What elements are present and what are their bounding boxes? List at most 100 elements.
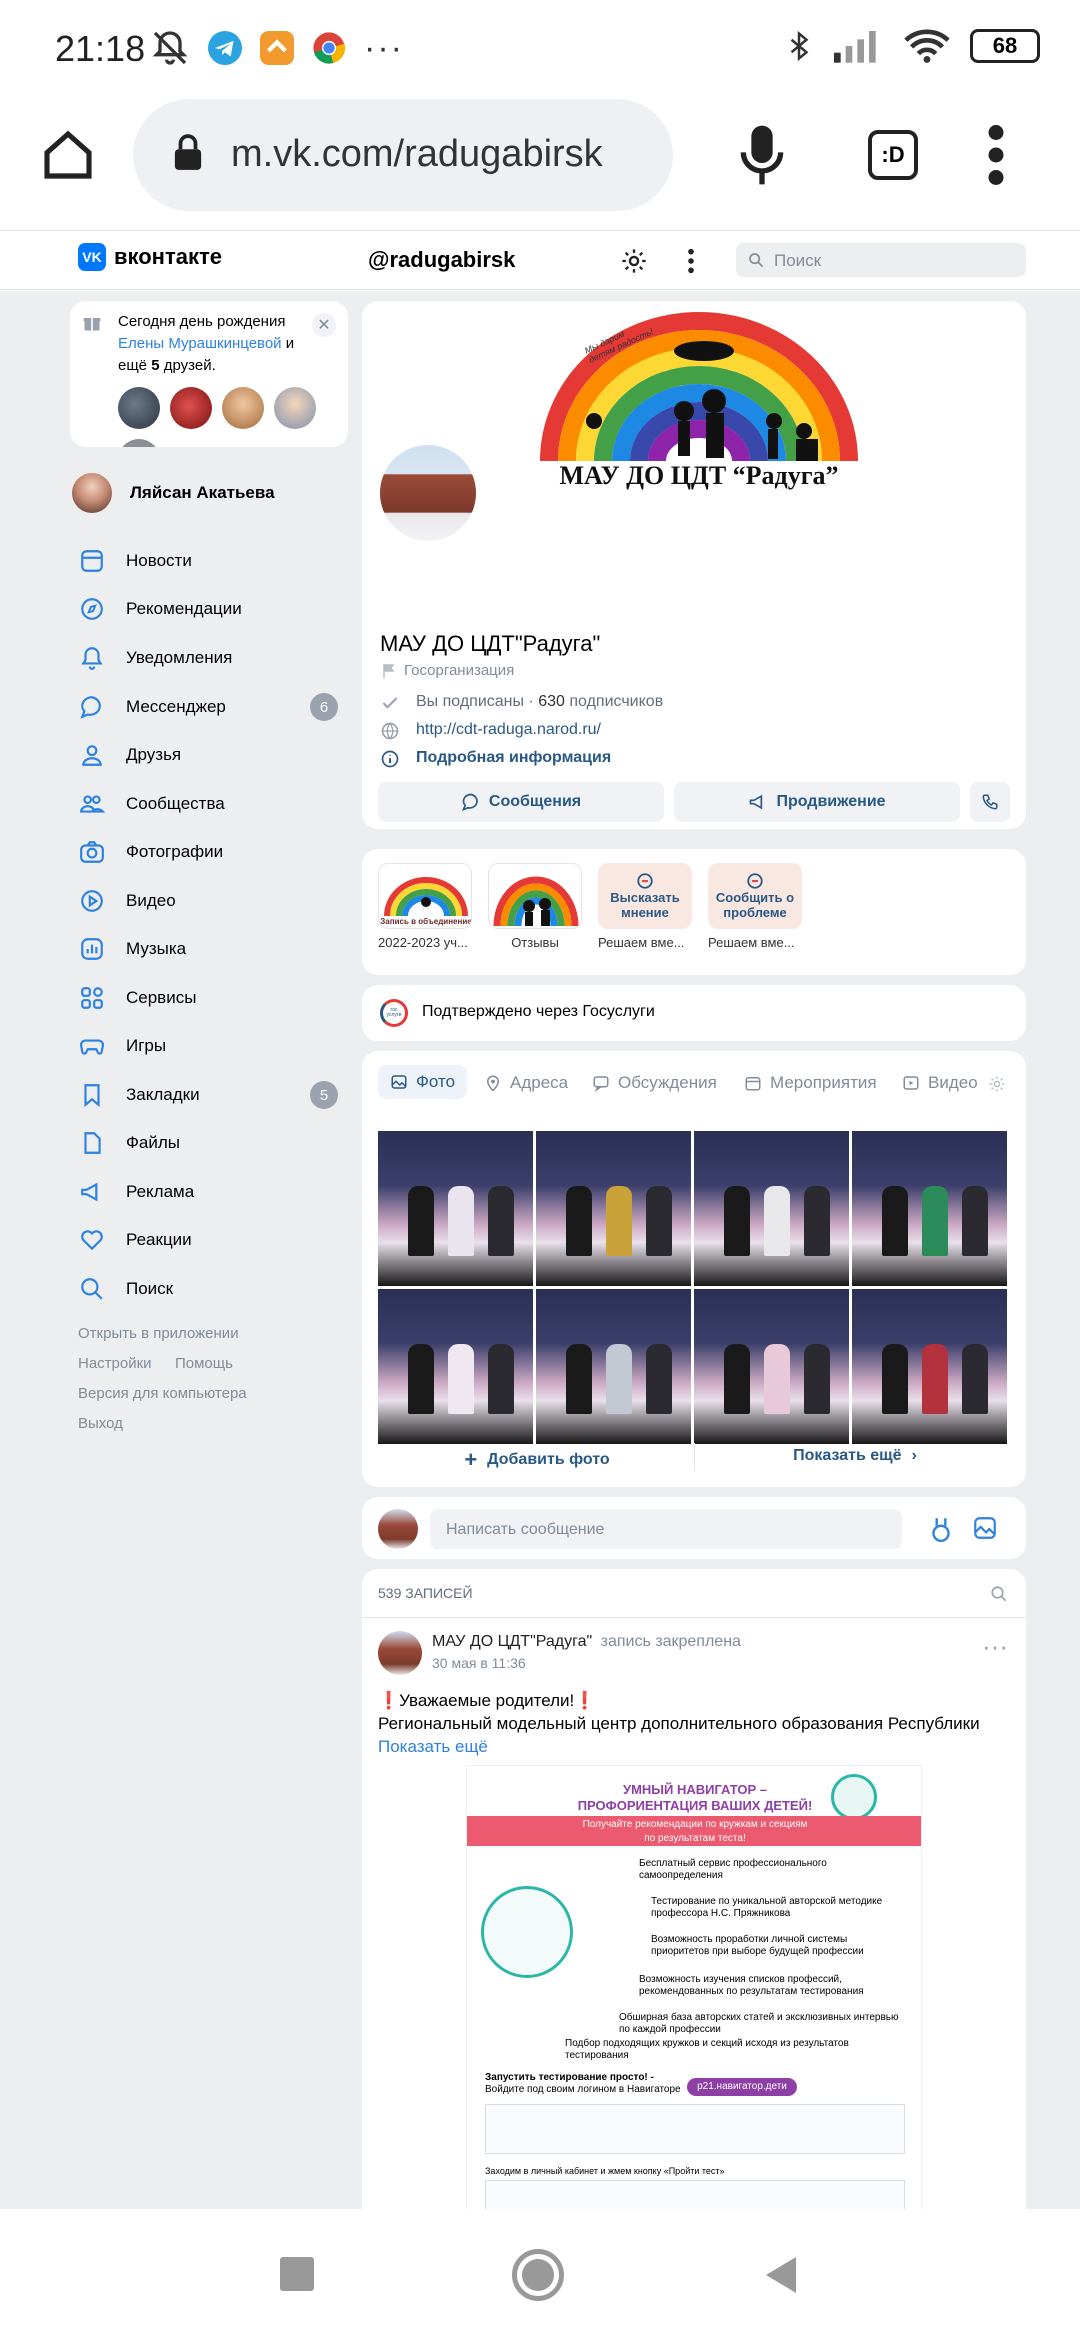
tab-addresses[interactable]: Адреса [484,1073,568,1093]
website-link[interactable]: http://cdt-raduga.narod.ru/ [416,721,601,739]
microphone-icon[interactable] [738,123,786,187]
home-icon[interactable] [40,127,96,183]
lock-icon[interactable] [173,133,203,173]
sidebar-item-communities[interactable]: Сообщества [78,784,225,824]
promote-button[interactable]: Продвижение [674,782,960,822]
post-author[interactable]: МАУ ДО ЦДТ"Радуга" [432,1633,592,1650]
sidebar-item-games[interactable]: Игры [78,1026,166,1066]
highlight-thumb-opinion: Высказать мнение [598,863,692,929]
step-text: Заходим в личный кабинет и жмем кнопку «… [485,2166,725,2176]
person-icon [78,741,106,769]
sidebar-item-news[interactable]: Новости [78,541,192,581]
post-image[interactable]: УМНЫЙ НАВИГАТОР – ПРОФОРИЕНТАЦИЯ ВАШИХ Д… [466,1765,922,2209]
post-show-more-link[interactable]: Показать ещё [378,1737,488,1757]
birthday-more-prefix: ещё [118,357,148,374]
sidebar-item-ads[interactable]: Реклама [78,1172,194,1212]
photo-figure [606,1344,632,1414]
screenshot-strip [485,2180,905,2209]
gallery-photo[interactable] [694,1131,849,1286]
back-button[interactable] [762,2255,798,2295]
search-input[interactable]: Поиск [736,243,1026,277]
sidebar-item-files[interactable]: Файлы [78,1123,180,1163]
show-more-photos-button[interactable]: Показать ещё › [696,1447,1014,1465]
tab-events-label: Мероприятия [770,1073,877,1092]
photo-figure [922,1344,948,1414]
avatar[interactable] [118,387,160,429]
composer-input[interactable]: Написать сообщение [430,1509,902,1549]
cover-caption: МАУ ДО ЦДТ “Радуга” [559,461,839,490]
birthday-name-link[interactable]: Елены Мурашкинцевой [118,335,282,352]
bunny-sticker-icon[interactable] [928,1515,954,1543]
wall-search-icon[interactable] [990,1585,1008,1603]
tab-switcher-icon[interactable]: :D [868,130,918,180]
tabs-settings-gear-icon[interactable] [988,1075,1006,1093]
highlight-item[interactable]: Отзывы [488,863,582,950]
message-icon [461,793,478,811]
settings-gear-icon[interactable] [620,247,648,275]
messenger-count-badge: 6 [310,693,338,721]
navigator-domain-pill: р21.навигатор.дети [687,2078,797,2096]
sidebar-item-bookmarks[interactable]: Закладки [78,1075,200,1115]
messages-button[interactable]: Сообщения [378,782,664,822]
vk-logo-text: вконтакте [114,244,223,269]
promote-button-label: Продвижение [776,793,886,810]
settings-link[interactable]: Настройки [78,1355,152,1372]
gallery-photo[interactable] [694,1289,849,1444]
sidebar-item-search[interactable]: Поиск [78,1269,173,1309]
highlight-item[interactable]: Высказать мнение Решаем вме... [598,863,692,950]
gallery-photo[interactable] [378,1131,533,1286]
home-button[interactable] [512,2249,564,2301]
sidebar-item-video[interactable]: Видео [78,881,176,921]
sidebar-item-photos[interactable]: Фотографии [78,832,223,872]
tab-discussions[interactable]: Обсуждения [592,1073,717,1093]
wall-card: 539 ЗАПИСЕЙ МАУ ДО ЦДТ"Радуга" запись за… [362,1569,1026,2209]
sidebar-item-friends[interactable]: Друзья [78,735,181,775]
post-date[interactable]: 30 мая в 11:36 [432,1655,526,1671]
gallery-photo[interactable] [852,1131,1007,1286]
logout-link[interactable]: Выход [78,1415,123,1432]
call-button[interactable] [970,782,1010,822]
help-link[interactable]: Помощь [175,1355,233,1372]
add-photo-button[interactable]: + Добавить фото [378,1447,696,1473]
sidebar-item-services[interactable]: Сервисы [78,978,196,1018]
gallery-photo[interactable] [378,1289,533,1444]
more-info-link[interactable]: Подробная информация [416,749,611,767]
infographic-circle [481,1886,573,1978]
sidebar-item-label: Закладки [126,1085,200,1104]
sidebar-item-reactions[interactable]: Реакции [78,1220,192,1260]
avatar[interactable] [118,439,160,447]
sidebar-item-recommendations[interactable]: Рекомендации [78,589,242,629]
infographic-banner: Получайте рекомендации по кружкам и секц… [467,1816,921,1846]
community-avatar[interactable] [376,441,480,545]
header-more-icon[interactable] [686,247,696,275]
image-attach-icon[interactable] [972,1515,998,1541]
avatar[interactable] [222,387,264,429]
address-bar[interactable]: m.vk.com/radugabirsk [133,99,673,211]
sidebar-item-music[interactable]: Музыка [78,929,186,969]
desktop-version-link[interactable]: Версия для компьютера [78,1385,247,1402]
sidebar-item-messenger[interactable]: Мессенджер [78,687,226,727]
avatar[interactable] [170,387,212,429]
url-text[interactable]: m.vk.com/radugabirsk [231,133,661,176]
gosuslugi-verified-card[interactable]: гос услуги Подтверждено через Госуслуги [362,985,1026,1041]
gallery-photo[interactable] [852,1289,1007,1444]
post-more-icon[interactable]: ··· [982,1631,1008,1662]
open-in-app-link[interactable]: Открыть в приложении [78,1325,239,1342]
close-icon[interactable]: ✕ [312,313,336,337]
sidebar-user[interactable]: Ляйсан Акатьева [72,473,275,513]
status-time: 21:18 [55,28,146,69]
recents-button[interactable] [280,2257,314,2291]
post-author-avatar[interactable] [378,1631,422,1675]
tab-video[interactable]: Видео [902,1073,982,1093]
gallery-photo[interactable] [536,1289,691,1444]
avatar[interactable] [274,387,316,429]
highlight-item[interactable]: Сообщить о проблеме Решаем вме... [708,863,802,950]
subscribers-label: подписчиков [569,693,664,710]
browser-menu-icon[interactable] [986,125,1006,185]
highlight-item[interactable]: Запись в объединение 2022-2023 уч... [378,863,472,950]
vk-logo[interactable]: VK вконтакте [78,243,222,271]
sidebar-item-notifications[interactable]: Уведомления [78,638,232,678]
tab-events[interactable]: Мероприятия [744,1073,877,1093]
gallery-photo[interactable] [536,1131,691,1286]
tab-photos[interactable]: Фото [378,1065,468,1099]
